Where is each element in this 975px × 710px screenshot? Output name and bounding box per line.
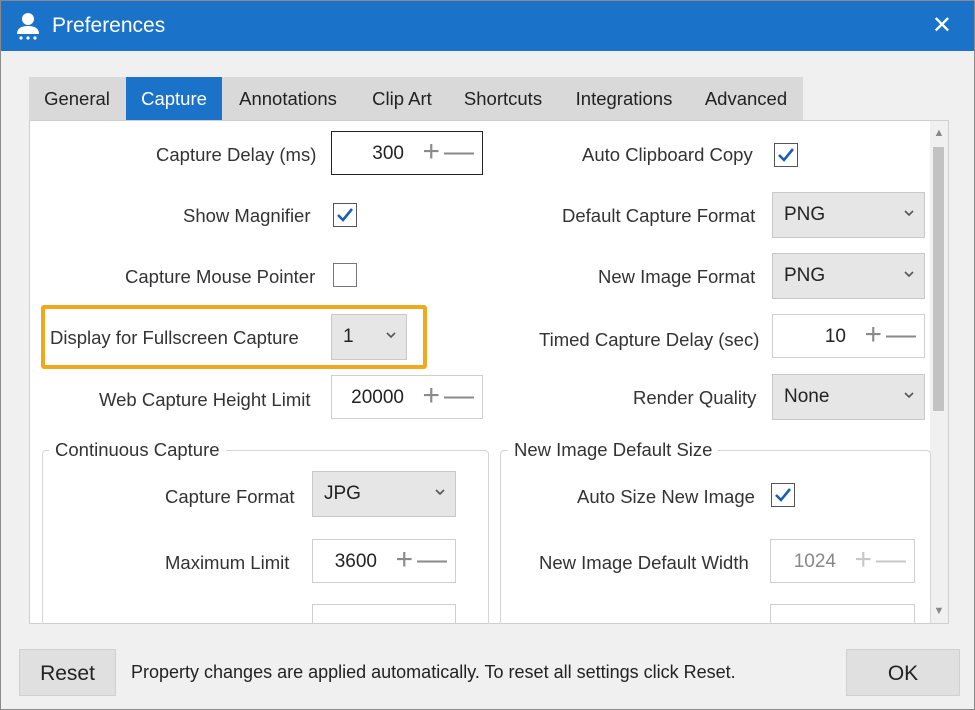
preferences-window: Preferences ✕ General Capture Annotation… [0, 0, 975, 710]
capture-format-value: JPG [324, 483, 361, 504]
chevron-down-icon [904, 392, 914, 399]
scroll-thumb[interactable] [933, 147, 944, 411]
show-magnifier-label: Show Magnifier [183, 205, 311, 226]
plus-icon[interactable]: + [422, 137, 440, 167]
tab-advanced[interactable]: Advanced [691, 77, 801, 120]
capture-mouse-pointer-label: Capture Mouse Pointer [125, 266, 316, 287]
display-fullscreen-select[interactable]: 1 [331, 314, 407, 360]
auto-clipboard-checkbox[interactable] [774, 143, 798, 167]
minus-icon[interactable]: — [876, 545, 906, 575]
tab-clip-art[interactable]: Clip Art [355, 77, 449, 120]
new-image-format-value: PNG [784, 265, 826, 286]
auto-clipboard-label: Auto Clipboard Copy [582, 144, 753, 165]
tab-capture[interactable]: Capture [126, 77, 222, 120]
checkmark-icon [775, 488, 792, 502]
render-quality-value: None [784, 386, 830, 407]
tab-integrations[interactable]: Integrations [559, 77, 689, 120]
auto-size-label: Auto Size New Image [577, 486, 755, 507]
checkmark-icon [778, 148, 795, 162]
continuous-capture-title: Continuous Capture [49, 439, 226, 461]
timed-capture-delay-value[interactable]: 10 [825, 326, 846, 348]
new-image-size-title: New Image Default Size [508, 439, 719, 461]
checkmark-icon [337, 208, 354, 222]
default-width-value[interactable]: 1024 [794, 551, 836, 573]
partial-stepper[interactable] [312, 604, 456, 623]
web-capture-height-label: Web Capture Height Limit [99, 389, 311, 410]
maximum-limit-value[interactable]: 3600 [335, 551, 377, 573]
render-quality-select[interactable]: None [772, 374, 925, 420]
web-capture-height-stepper[interactable]: 20000 + — [331, 375, 483, 419]
close-icon[interactable]: ✕ [932, 12, 952, 40]
render-quality-label: Render Quality [633, 387, 757, 408]
vertical-scrollbar[interactable]: ▲ ▼ [930, 121, 948, 623]
show-magnifier-checkbox[interactable] [333, 203, 357, 227]
capture-format-select[interactable]: JPG [312, 471, 456, 517]
web-capture-height-value[interactable]: 20000 [351, 387, 404, 409]
default-capture-format-value: PNG [784, 204, 826, 225]
display-fullscreen-value: 1 [343, 326, 354, 347]
capture-delay-label: Capture Delay (ms) [156, 144, 317, 165]
capture-delay-value[interactable]: 300 [372, 143, 404, 165]
default-capture-format-label: Default Capture Format [562, 205, 756, 226]
default-capture-format-select[interactable]: PNG [772, 192, 925, 238]
footer-message: Property changes are applied automatical… [131, 662, 736, 682]
plus-icon[interactable]: + [854, 545, 872, 575]
plus-icon[interactable]: + [422, 381, 440, 411]
capture-format-label: Capture Format [165, 486, 295, 507]
plus-icon[interactable]: + [864, 320, 882, 350]
capture-mouse-pointer-checkbox[interactable] [333, 263, 357, 287]
tab-strip: General Capture Annotations Clip Art Sho… [29, 77, 803, 120]
minus-icon[interactable]: — [886, 320, 916, 350]
window-title: Preferences [52, 14, 166, 37]
user-icon [17, 13, 39, 40]
maximum-limit-label: Maximum Limit [165, 552, 290, 573]
timed-capture-delay-stepper[interactable]: 10 + — [772, 314, 925, 358]
tab-general[interactable]: General [29, 77, 125, 120]
timed-capture-delay-label: Timed Capture Delay (sec) [539, 329, 760, 350]
plus-icon[interactable]: + [395, 545, 413, 575]
auto-size-checkbox[interactable] [771, 483, 795, 507]
minus-icon[interactable]: — [417, 545, 447, 575]
scroll-down-icon[interactable]: ▼ [932, 605, 946, 617]
capture-delay-stepper[interactable]: 300 + — [331, 131, 483, 175]
minus-icon[interactable]: — [444, 137, 474, 167]
chevron-down-icon [386, 332, 396, 339]
chevron-down-icon [904, 210, 914, 217]
chevron-down-icon [435, 489, 445, 496]
scroll-up-icon[interactable]: ▲ [932, 127, 946, 139]
new-image-format-label: New Image Format [598, 266, 756, 287]
ok-button[interactable]: OK [846, 649, 960, 696]
title-bar: Preferences ✕ [1, 1, 974, 51]
default-width-label: New Image Default Width [539, 552, 749, 573]
display-fullscreen-label: Display for Fullscreen Capture [50, 327, 299, 348]
minus-icon[interactable]: — [444, 381, 474, 411]
partial-stepper[interactable] [770, 604, 915, 623]
maximum-limit-stepper[interactable]: 3600 + — [312, 539, 456, 583]
chevron-down-icon [904, 271, 914, 278]
new-image-format-select[interactable]: PNG [772, 253, 925, 299]
tab-shortcuts[interactable]: Shortcuts [450, 77, 556, 120]
reset-button[interactable]: Reset [19, 649, 116, 696]
default-width-stepper[interactable]: 1024 + — [770, 539, 915, 583]
tab-annotations[interactable]: Annotations [223, 77, 353, 120]
